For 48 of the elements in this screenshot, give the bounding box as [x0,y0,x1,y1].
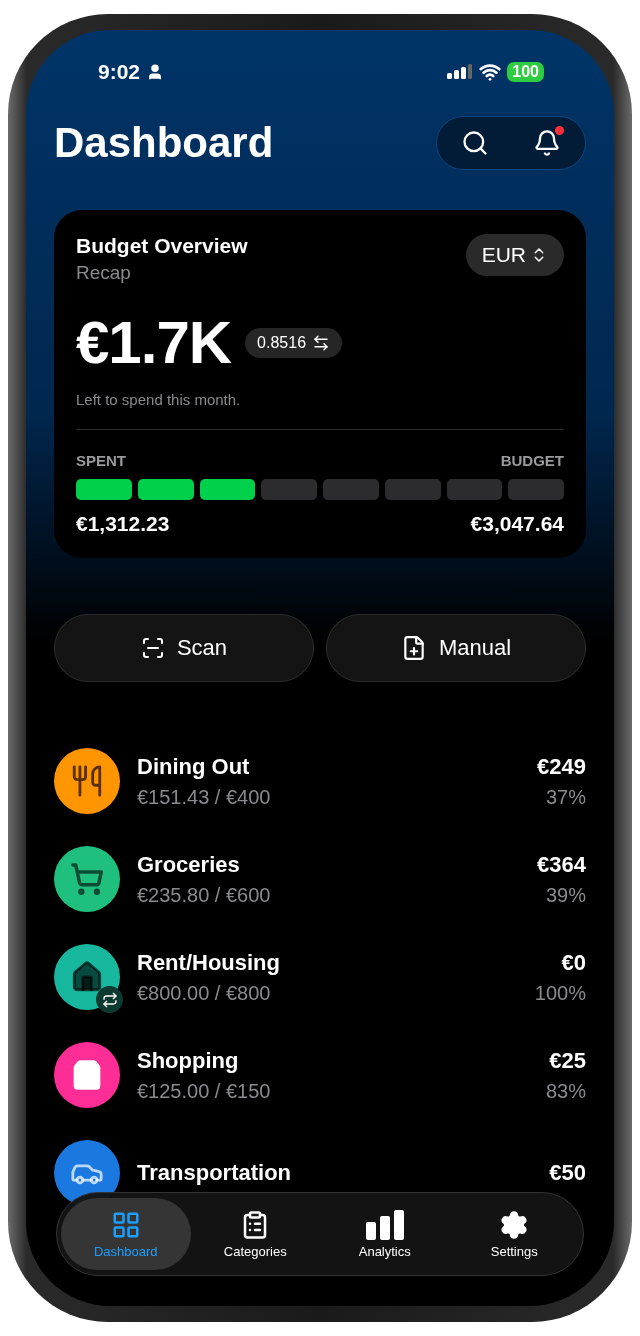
category-name: Shopping [137,1047,240,1074]
notifications-button[interactable] [533,129,561,157]
card-title: Budget Overview [76,234,248,258]
swap-arrows-icon [312,333,331,352]
remaining-amount: €1.7K [76,308,232,377]
battery-level: 100 [507,62,544,82]
status-time: 9:02 [98,60,141,84]
tab[interactable]: Dashboard [61,1198,191,1270]
house-icon [70,960,104,994]
category-name: Transportation [137,1160,292,1186]
bag-icon [71,1059,103,1091]
scan-icon [140,636,165,660]
remaining-amount: €364 [537,851,586,878]
scan-button[interactable]: Scan [54,614,314,682]
remaining-amount: €50 [549,1160,586,1186]
category-name: Rent/Housing [137,949,281,976]
tab[interactable]: Settings [449,1198,579,1270]
cart-icon [70,862,104,896]
wifi-icon [479,61,502,83]
used-percent: 39% [545,883,586,907]
spent-amount: €1,312.23 [76,512,170,536]
remaining-amount: €249 [537,753,586,780]
category-progress: €235.80 / €600 [137,883,272,907]
category-name: Groceries [137,851,241,878]
category-progress: €125.00 / €150 [137,1079,272,1103]
budget-amount: €3,047.64 [470,512,564,536]
used-percent: 100% [534,981,586,1005]
used-percent: 37% [545,785,586,809]
tab[interactable]: Categories [190,1198,320,1270]
used-percent: 83% [545,1079,586,1103]
tab[interactable]: Analytics [320,1198,450,1270]
currency-select[interactable]: EUR [465,234,564,276]
exchange-rate-button[interactable]: 0.8516 [245,327,343,358]
bar-chart-icon [364,1209,405,1240]
category-name: Dining Out [137,753,251,780]
budget-label: BUDGET [500,452,564,469]
remaining-amount: €0 [561,949,586,976]
page-title: Dashboard [54,119,274,167]
signal-icon [447,63,474,81]
remaining-amount: €25 [549,1047,586,1074]
category-progress: €151.43 / €400 [137,785,272,809]
card-subtitle: Recap [76,262,132,284]
settings-icon [499,1209,530,1240]
fork-knife-icon [70,764,104,798]
amount-caption: Left to spend this month. [76,391,242,408]
search-button[interactable] [461,129,489,157]
spent-label: SPENT [76,452,126,469]
manual-button[interactable]: Manual [326,614,586,682]
